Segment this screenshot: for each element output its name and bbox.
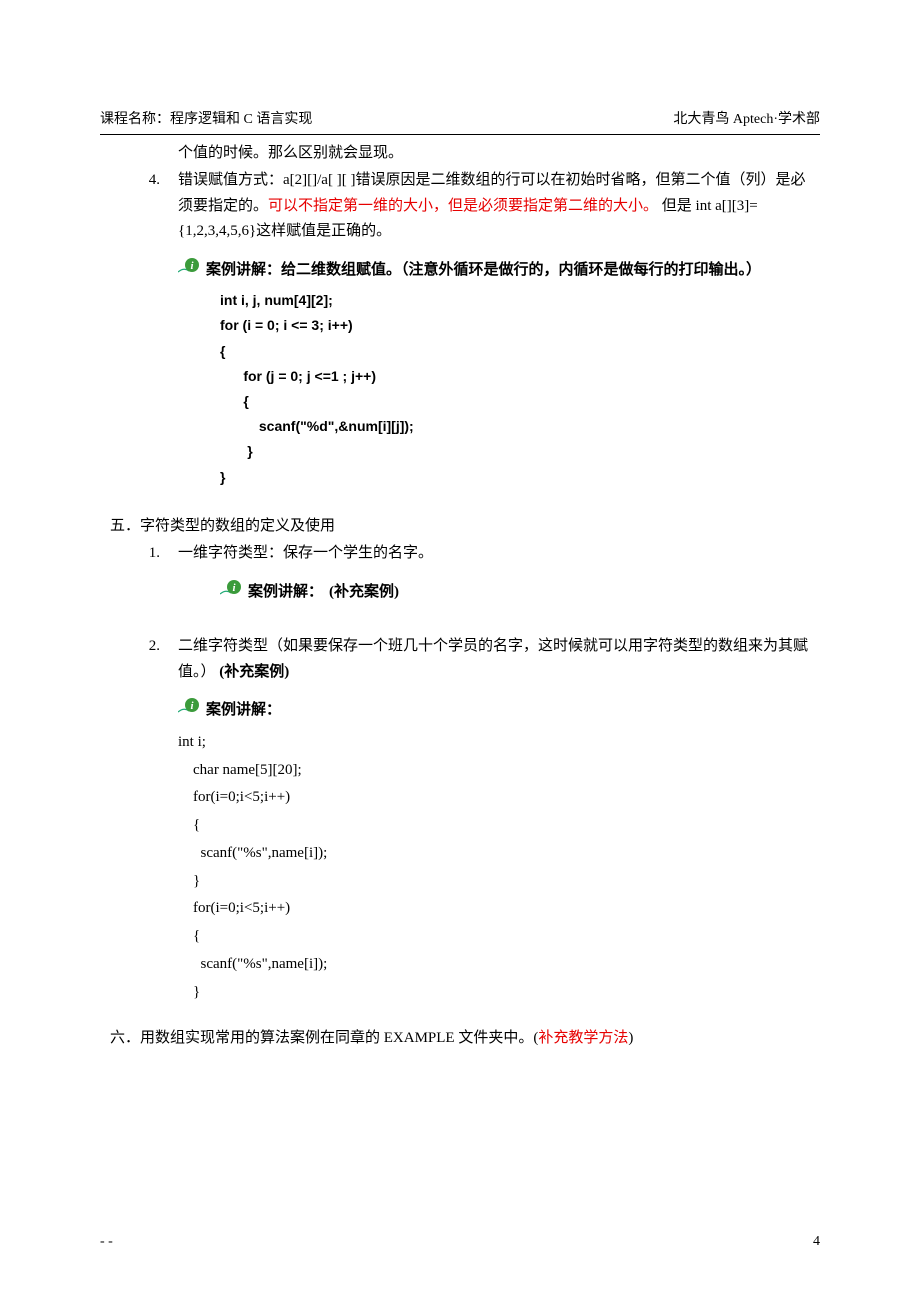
case-2-label: 案例讲解： [248, 580, 323, 606]
section-5-title: 五．字符类型的数组的定义及使用 [110, 514, 820, 540]
page-header: 课程名称：程序逻辑和 C 语言实现 北大青鸟 Aptech·学术部 [100, 108, 820, 135]
code-block-1: int i, j, num[4][2]; for (i = 0; i <= 3;… [220, 288, 820, 490]
code-block-2: int i; char name[5][20]; for(i=0;i<5;i++… [178, 729, 820, 1007]
list-item-5-2: 2. 二维字符类型（如果要保存一个班几十个学员的名字，这时候就可以用字符类型的数… [140, 634, 820, 685]
case-3-label: 案例讲解： [206, 698, 281, 724]
case-2-supplement: (补充案例) [329, 580, 399, 606]
case-explain-1: i 案例讲解：给二维数组赋值。（注意外循环是做行的，内循环是做每行的打印输出。） [178, 257, 820, 285]
header-left-value: 程序逻辑和 C 语言实现 [170, 112, 312, 127]
list-item-4: 4. 错误赋值方式：a[2][]/a[ ][ ]错误原因是二维数组的行可以在初始… [140, 168, 820, 245]
page-number: 4 [813, 1230, 820, 1254]
header-left: 课程名称：程序逻辑和 C 语言实现 [100, 108, 312, 132]
item-3-continuation: 个值的时候。那么区别就会显现。 [178, 141, 820, 167]
section-6-text-b: ) [628, 1030, 633, 1046]
info-icon: i [178, 257, 200, 285]
case-explain-2: i 案例讲解：(补充案例) [220, 579, 820, 607]
item-4-text: 错误赋值方式：a[2][]/a[ ][ ]错误原因是二维数组的行可以在初始时省略… [178, 168, 820, 245]
info-icon: i [220, 579, 242, 607]
item-5-2-supplement: (补充案例) [219, 664, 289, 680]
case-1-label: 案例讲解：给二维数组赋值。（注意外循环是做行的，内循环是做每行的打印输出。） [206, 258, 761, 284]
section-6-text-a: 六．用数组实现常用的算法案例在同章的 EXAMPLE 文件夹中。( [110, 1030, 538, 1046]
section-6: 六．用数组实现常用的算法案例在同章的 EXAMPLE 文件夹中。(补充教学方法) [110, 1026, 820, 1052]
item-5-1-number: 1. [140, 541, 160, 567]
item-5-2-text: 二维字符类型（如果要保存一个班几十个学员的名字，这时候就可以用字符类型的数组来为… [178, 634, 820, 685]
item-4-highlight: 可以不指定第一维的大小，但是必须要指定第二维的大小。 [268, 198, 658, 214]
list-item-5-1: 1. 一维字符类型：保存一个学生的名字。 [140, 541, 820, 567]
header-right: 北大青鸟 Aptech·学术部 [673, 108, 820, 132]
item-5-2-number: 2. [140, 634, 160, 685]
section-6-highlight: 补充教学方法 [538, 1030, 628, 1046]
item-5-1-text: 一维字符类型：保存一个学生的名字。 [178, 541, 820, 567]
case-explain-3: i 案例讲解： [178, 697, 820, 725]
header-left-label: 课程名称： [100, 112, 170, 127]
info-icon: i [178, 697, 200, 725]
item-4-number: 4. [140, 168, 160, 245]
footer-left: - - [100, 1230, 113, 1254]
page-footer: - - 4 [100, 1230, 820, 1254]
